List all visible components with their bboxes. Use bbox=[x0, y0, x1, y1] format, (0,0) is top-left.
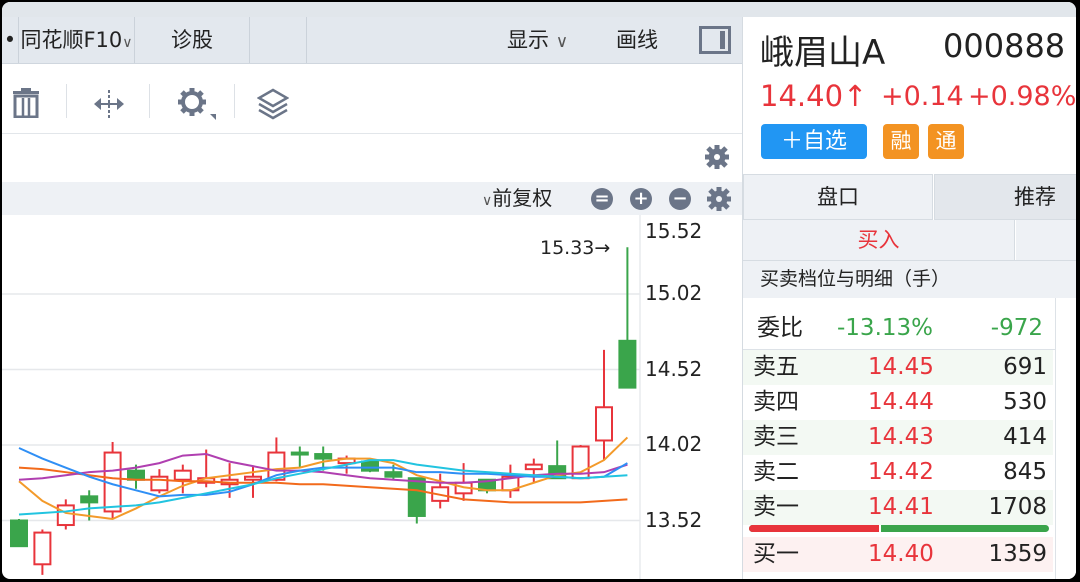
ask-level: 卖一 bbox=[753, 494, 799, 520]
bid-row[interactable]: 买一 14.40 1359 bbox=[743, 537, 1053, 572]
equal-circle-icon[interactable]: = bbox=[591, 188, 613, 210]
toolbar-divider bbox=[66, 84, 67, 118]
gear-icon[interactable] bbox=[177, 87, 217, 121]
ask-volume: 1708 bbox=[988, 494, 1047, 520]
ask-level: 卖五 bbox=[753, 354, 799, 380]
ask-level: 卖三 bbox=[753, 424, 799, 450]
stock-name: 峨眉山A bbox=[760, 33, 886, 73]
window-top-strip bbox=[2, 2, 1076, 17]
candle-up bbox=[244, 475, 262, 481]
panel-toggle-icon[interactable] bbox=[699, 26, 731, 54]
zoom-in-icon[interactable]: + bbox=[630, 188, 652, 210]
zoom-out-icon[interactable]: − bbox=[669, 188, 691, 210]
price-change: +0.14 bbox=[881, 81, 964, 112]
ratio-pct: -13.13% bbox=[837, 315, 933, 341]
candle-up bbox=[524, 463, 543, 471]
candle-down bbox=[384, 471, 403, 478]
app-window: • 同花顺F10∨ 诊股 显示 ∨ 画线 ∨前复权 = + − 15.52 15.… bbox=[2, 2, 1076, 579]
candle-down bbox=[290, 451, 309, 456]
y-tick-label: 15.02 bbox=[645, 281, 703, 305]
y-tick-label: 13.52 bbox=[645, 507, 703, 532]
column-divider bbox=[1055, 298, 1056, 579]
chevron-down-icon: ∨ bbox=[555, 32, 569, 52]
tab-bar: • 同花顺F10∨ 诊股 显示 ∨ 画线 bbox=[2, 17, 742, 64]
ask-volume: 414 bbox=[1003, 424, 1047, 450]
indicator-header bbox=[2, 134, 742, 182]
bid-level: 买一 bbox=[753, 541, 799, 567]
ratio-label: 委比 bbox=[757, 315, 803, 341]
ask-row[interactable]: 卖一 14.41 1708 bbox=[743, 490, 1053, 525]
adjust-label: 前复权 bbox=[492, 186, 553, 210]
display-menu[interactable]: 显示 ∨ bbox=[507, 17, 568, 65]
drawing-toolbar bbox=[2, 64, 742, 134]
display-label: 显示 bbox=[507, 28, 549, 52]
candle-up bbox=[56, 504, 75, 527]
tab-overflow-dot[interactable]: • bbox=[2, 17, 19, 63]
tab-f10-label: 同花顺F10 bbox=[20, 28, 123, 52]
tab-spacer bbox=[250, 17, 307, 63]
layers-icon[interactable] bbox=[257, 88, 289, 120]
bid-ask-ratio-bar bbox=[749, 525, 1049, 532]
price-change-pct: +0.98% bbox=[968, 81, 1076, 112]
candle-down bbox=[80, 495, 99, 504]
ask-row[interactable]: 卖五 14.45 691 bbox=[743, 350, 1053, 385]
ask-volume: 691 bbox=[1003, 354, 1047, 380]
draw-line-button[interactable]: 画线 bbox=[616, 17, 658, 63]
toolbar-divider bbox=[234, 84, 235, 118]
ratio-diff: -972 bbox=[990, 315, 1043, 341]
candle-up bbox=[33, 531, 52, 566]
y-tick-label: 14.52 bbox=[645, 356, 703, 381]
max-price-annotation: 15.33→ bbox=[540, 237, 611, 259]
tab-diagnosis[interactable]: 诊股 bbox=[135, 17, 250, 63]
ask-price: 14.45 bbox=[868, 354, 934, 380]
kline-chart[interactable]: 15.52 15.02 14.52 14.02 13.52 15.33→ bbox=[2, 215, 742, 579]
chevron-down-icon: ∨ bbox=[122, 35, 133, 51]
ask-price: 14.41 bbox=[868, 494, 934, 520]
candle-down bbox=[618, 339, 637, 389]
trash-icon[interactable] bbox=[12, 88, 40, 118]
ask-price: 14.44 bbox=[868, 389, 934, 415]
connect-badge: 通 bbox=[928, 124, 964, 159]
tab-recommend[interactable]: 推荐 bbox=[934, 174, 1076, 220]
chart-header: ∨前复权 = + − bbox=[2, 182, 742, 215]
sell-button-clipped[interactable] bbox=[1016, 220, 1076, 260]
bid-volume: 1359 bbox=[988, 541, 1047, 567]
tab-f10[interactable]: 同花顺F10∨ bbox=[19, 17, 135, 63]
ratio-row: 委比 -13.13% -972 bbox=[743, 307, 1053, 349]
toolbar-divider bbox=[149, 84, 150, 118]
buy-ratio-fill bbox=[749, 525, 881, 532]
split-arrows-icon[interactable] bbox=[92, 90, 126, 118]
candle-down bbox=[314, 453, 333, 460]
candle-down bbox=[10, 519, 28, 548]
y-tick-label: 15.52 bbox=[645, 219, 703, 243]
quote-panel: 峨眉山A 000888 14.40↑ +0.14 +0.98% ＋自选 融 通 … bbox=[742, 17, 1076, 579]
chevron-down-icon: ∨ bbox=[482, 193, 493, 209]
tab-order-book[interactable]: 盘口 bbox=[743, 174, 933, 220]
candle-down bbox=[407, 477, 426, 517]
margin-badge: 融 bbox=[883, 124, 919, 159]
kline-svg bbox=[2, 215, 641, 579]
ask-volume: 845 bbox=[1003, 459, 1047, 485]
stock-code: 000888 bbox=[943, 27, 1066, 65]
add-watchlist-button[interactable]: ＋自选 bbox=[761, 124, 867, 159]
y-tick-label: 14.02 bbox=[645, 432, 703, 456]
ask-row[interactable]: 卖二 14.42 845 bbox=[743, 455, 1053, 490]
candle-down bbox=[361, 460, 379, 472]
buy-button[interactable]: 买入 bbox=[743, 220, 1015, 260]
candle-up bbox=[173, 469, 192, 481]
gear-icon[interactable] bbox=[705, 145, 729, 169]
section-title: 买卖档位与明细（手） bbox=[743, 260, 1076, 298]
ask-level: 卖四 bbox=[753, 389, 799, 415]
gear-icon[interactable] bbox=[707, 187, 731, 211]
adjust-dropdown[interactable]: ∨前复权 bbox=[482, 182, 552, 218]
ask-row[interactable]: 卖三 14.43 414 bbox=[743, 420, 1053, 455]
candle-up bbox=[595, 406, 613, 442]
ask-row[interactable]: 卖四 14.44 530 bbox=[743, 385, 1053, 420]
ask-level: 卖二 bbox=[753, 459, 799, 485]
ask-price: 14.42 bbox=[868, 459, 934, 485]
last-price: 14.40↑ bbox=[760, 79, 868, 113]
ask-price: 14.43 bbox=[868, 424, 934, 450]
bid-price: 14.40 bbox=[868, 541, 934, 567]
ask-volume: 530 bbox=[1003, 389, 1047, 415]
